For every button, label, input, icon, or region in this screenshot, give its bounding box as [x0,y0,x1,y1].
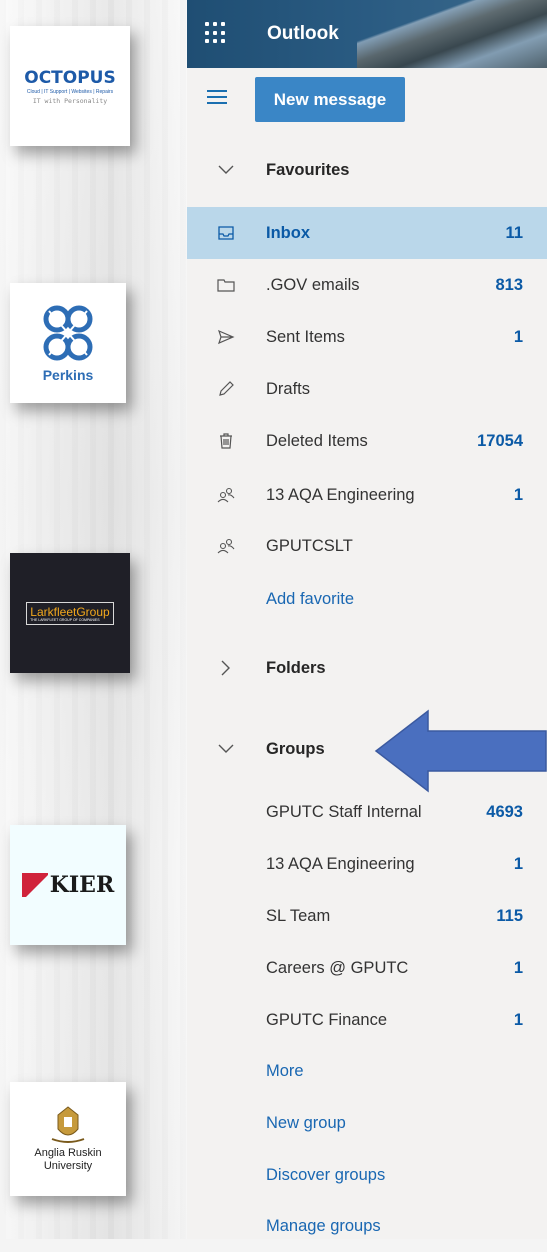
anglia-logo-line1: Anglia Ruskin [34,1147,102,1159]
unread-count: 17054 [477,431,523,450]
chevron-down-icon [215,738,237,760]
larkfleet-logo-sub: THE LARKFLEET GROUP OF COMPANIES [30,617,100,622]
more-link-label: More [266,1061,304,1080]
discover-groups-label: Discover groups [266,1165,386,1184]
folder-label: Sent Items [266,327,345,346]
chevron-down-icon [215,159,237,181]
folder-label: GPUTCSLT [266,536,353,555]
folder-item-drafts[interactable]: Drafts [187,363,547,415]
folder-label: 13 AQA Engineering [266,485,415,504]
anglia-logo-text: Anglia Ruskin University [34,1147,101,1173]
unread-count: 11 [505,223,523,242]
anglia-ruskin-logo: Anglia Ruskin University [10,1082,126,1196]
pencil-icon [215,378,237,400]
group-item-gputc-staff-internal[interactable]: GPUTC Staff Internal 4693 [187,786,547,838]
group-icon [215,535,237,557]
chevron-right-icon [215,657,237,679]
discover-groups-link[interactable]: Discover groups [187,1149,547,1201]
folder-item-inbox[interactable]: Inbox 11 [187,207,547,259]
trash-icon [215,430,237,452]
groups-header-label: Groups [266,739,325,758]
unread-count: 1 [513,854,523,873]
folder-label: Inbox [266,223,310,242]
folder-icon [215,274,237,296]
inbox-icon [215,222,237,244]
app-header: Outlook [187,0,547,68]
unread-count: 115 [496,906,523,925]
group-item-careers-gputc[interactable]: Careers @ GPUTC 1 [187,942,547,994]
unread-count: 1 [513,327,523,346]
unread-count: 1 [513,958,523,977]
larkfleet-logo-name: LarkfleetGroup [30,604,110,619]
folder-item-sent-items[interactable]: Sent Items 1 [187,311,547,363]
send-icon [215,326,237,348]
folder-item-13-aqa-engineering[interactable]: 13 AQA Engineering 1 [187,469,547,521]
perkins-emblem-icon [43,305,93,361]
kier-logo: KIER [10,825,126,945]
add-favorite-label: Add favorite [266,589,355,608]
unread-count: 1 [513,1010,523,1029]
favourites-header-label: Favourites [266,160,350,179]
group-label: Careers @ GPUTC [266,958,409,977]
new-message-button[interactable]: New message [255,77,405,122]
folder-label: .GOV emails [266,275,360,294]
manage-groups-link[interactable]: Manage groups [187,1200,547,1252]
unread-count: 813 [495,275,523,294]
group-label: GPUTC Finance [266,1010,388,1029]
folders-header-label: Folders [266,658,326,677]
folder-label: Deleted Items [266,431,368,450]
perkins-logo: Perkins [10,283,126,403]
kier-emblem-icon [21,873,48,897]
new-group-link[interactable]: New group [187,1097,547,1149]
unread-count: 1 [513,485,523,504]
octopus-logo-name: OCTOPUS [24,67,116,88]
annotation-arrow-icon [374,709,547,793]
octopus-logo-slogan: IT with Personality [32,96,108,105]
outlook-nav-pane: Outlook New message Favourites Inbox 11 … [187,0,547,1239]
perkins-logo-name: Perkins [42,367,94,383]
kier-logo-name: KIER [49,872,115,898]
group-label: SL Team [266,906,331,925]
folder-item-gputcslt[interactable]: GPUTCSLT [187,520,547,572]
add-favorite-link[interactable]: Add favorite [187,573,547,625]
group-label: 13 AQA Engineering [266,854,415,873]
group-item-gputc-finance[interactable]: GPUTC Finance 1 [187,994,547,1046]
folder-item-gov-emails[interactable]: .GOV emails 813 [187,259,547,311]
group-label: GPUTC Staff Internal [266,802,422,821]
octopus-logo-tagline: Cloud | IT Support | Websites | Repairs [26,88,114,95]
folders-header[interactable]: Folders [187,642,547,694]
group-icon [215,484,237,506]
anglia-logo-line2: University [43,1160,93,1172]
app-launcher-icon[interactable] [205,22,227,44]
new-group-label: New group [266,1113,346,1132]
header-background [357,0,547,68]
folder-item-deleted-items[interactable]: Deleted Items 17054 [187,415,547,467]
group-item-sl-team[interactable]: SL Team 115 [187,890,547,942]
octopus-logo: OCTOPUS Cloud | IT Support | Websites | … [10,26,130,146]
favourites-header[interactable]: Favourites [187,144,547,196]
group-item-13-aqa-engineering[interactable]: 13 AQA Engineering 1 [187,838,547,890]
manage-groups-label: Manage groups [266,1216,381,1235]
hamburger-menu-icon[interactable] [207,90,227,104]
crest-icon [51,1106,85,1143]
app-title[interactable]: Outlook [267,23,339,45]
groups-more-link[interactable]: More [187,1045,547,1097]
unread-count: 4693 [486,802,523,821]
larkfleet-logo: LarkfleetGroup THE LARKFLEET GROUP OF CO… [10,553,130,673]
folder-label: Drafts [266,379,311,398]
